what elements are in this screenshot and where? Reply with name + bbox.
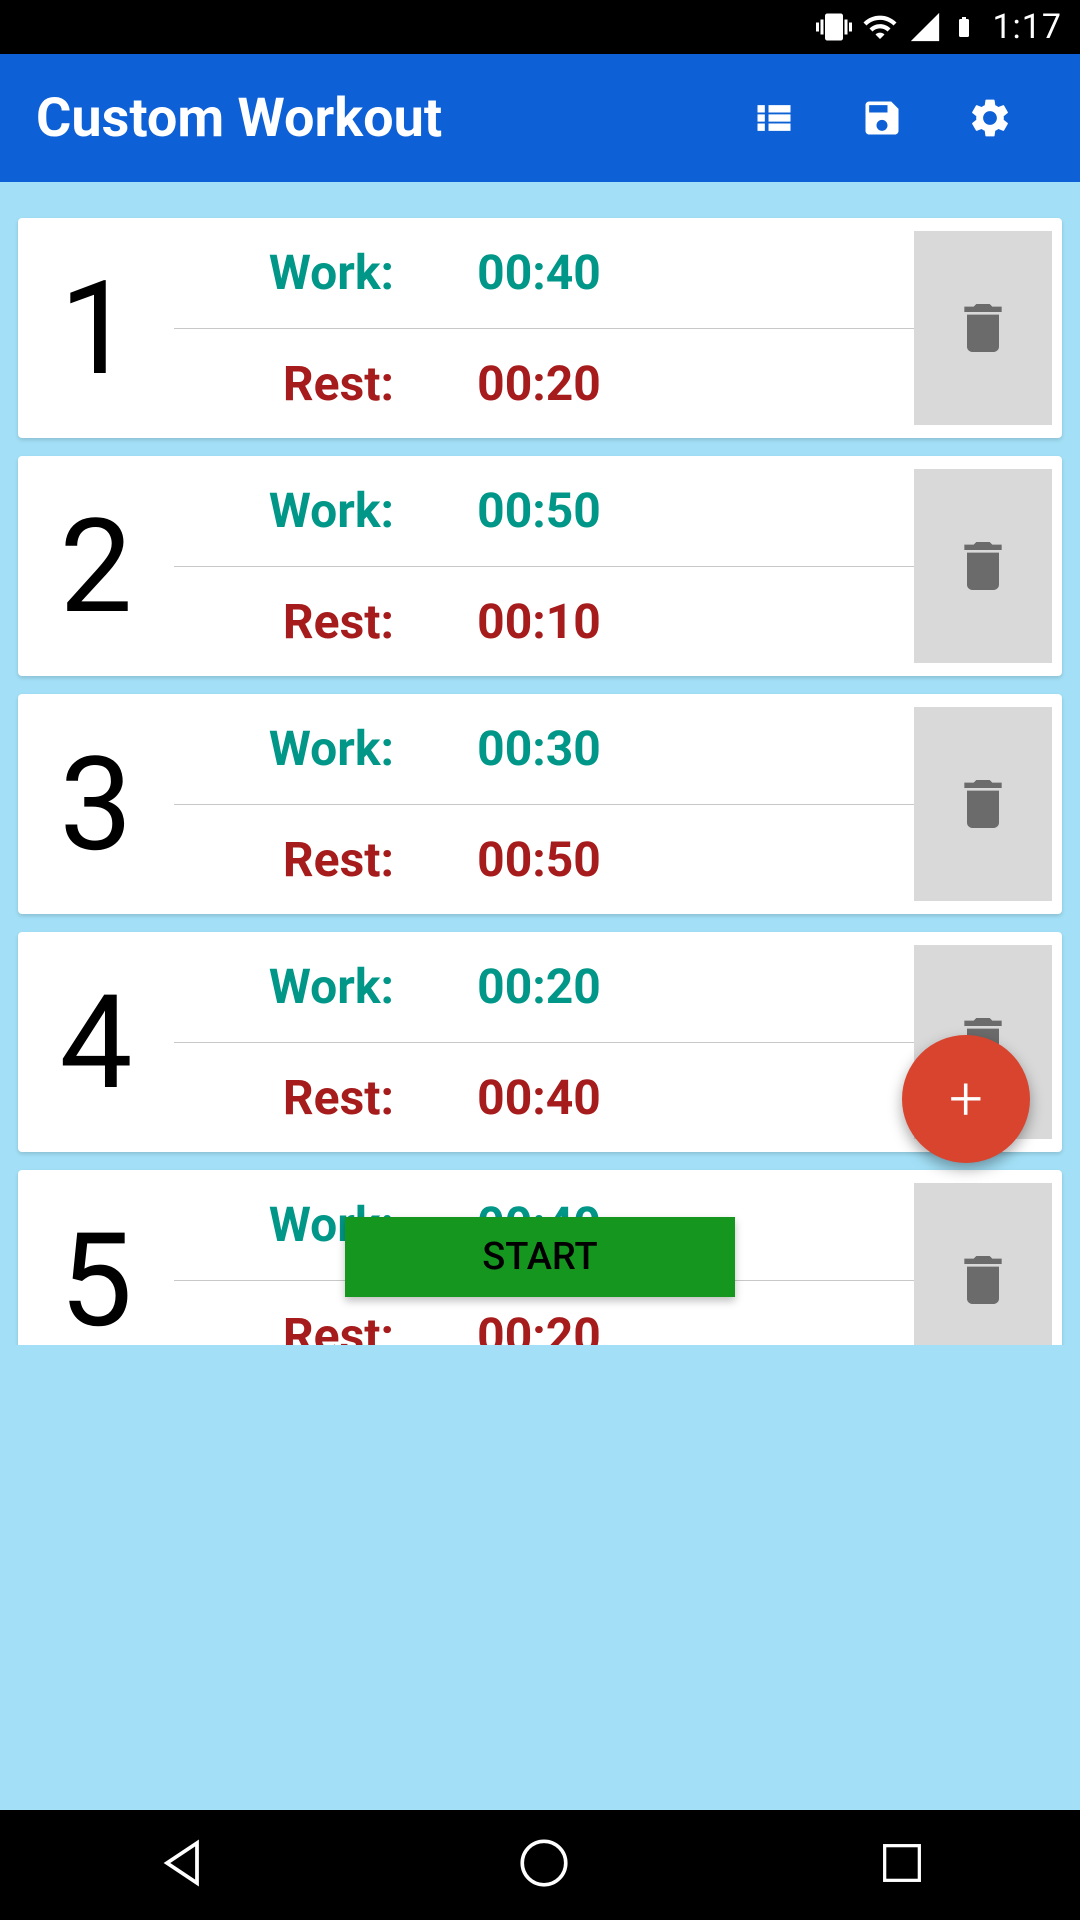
trash-icon [951,1248,1015,1312]
interval-number: 5 [18,1170,174,1345]
app-bar: Custom Workout [0,54,1080,182]
rest-label: Rest: [174,593,394,650]
delete-button[interactable] [914,1183,1052,1345]
wifi-icon [862,9,898,45]
home-button[interactable] [515,1834,573,1896]
work-label: Work: [174,244,394,301]
work-value[interactable]: 00:20 [424,958,654,1015]
vibrate-icon [816,9,852,45]
signal-icon [908,10,942,44]
rest-label: Rest: [174,1069,394,1126]
work-label: Work: [174,720,394,777]
gear-icon [967,95,1013,141]
start-label: START [482,1235,597,1279]
page-title: Custom Workout [36,87,720,150]
recent-button[interactable] [876,1837,928,1893]
interval-card[interactable]: 3 Work: 00:30 Rest: 00:50 [18,694,1062,914]
status-bar: 1:17 [0,0,1080,54]
home-icon [515,1834,573,1892]
save-button[interactable] [828,64,936,172]
rest-value[interactable]: 00:10 [424,593,654,650]
save-icon [860,96,904,140]
trash-icon [951,772,1015,836]
interval-card[interactable]: 2 Work: 00:50 Rest: 00:10 [18,456,1062,676]
add-interval-button[interactable]: + [902,1035,1030,1163]
back-button[interactable] [152,1833,212,1897]
rest-label: Rest: [174,831,394,888]
nav-bar [0,1810,1080,1920]
plus-icon: + [949,1069,983,1129]
rest-value[interactable]: 00:20 [424,355,654,412]
start-button[interactable]: START [345,1217,735,1297]
trash-icon [951,296,1015,360]
interval-number: 1 [18,218,174,438]
rest-value[interactable]: 00:50 [424,831,654,888]
work-value[interactable]: 00:50 [424,482,654,539]
interval-times: Work: 00:30 Rest: 00:50 [174,694,914,914]
filler [0,1345,1080,1810]
rest-value[interactable]: 00:20 [424,1307,654,1345]
delete-button[interactable] [914,707,1052,901]
interval-number: 2 [18,456,174,676]
list-icon [752,96,796,140]
interval-times: Work: 00:50 Rest: 00:10 [174,456,914,676]
interval-times: Work: 00:20 Rest: 00:40 [174,932,914,1152]
interval-number: 4 [18,932,174,1152]
delete-button[interactable] [914,469,1052,663]
interval-card[interactable]: 1 Work: 00:40 Rest: 00:20 [18,218,1062,438]
work-value[interactable]: 00:40 [424,244,654,301]
list-button[interactable] [720,64,828,172]
interval-number: 3 [18,694,174,914]
back-icon [152,1833,212,1893]
work-label: Work: [174,958,394,1015]
rest-label: Rest: [174,1307,394,1345]
settings-button[interactable] [936,64,1044,172]
rest-label: Rest: [174,355,394,412]
battery-icon [952,9,976,45]
work-value[interactable]: 00:30 [424,720,654,777]
delete-button[interactable] [914,231,1052,425]
interval-list: 1 Work: 00:40 Rest: 00:20 2 Work: 00:50 [0,182,1080,1345]
recent-icon [876,1837,928,1889]
trash-icon [951,534,1015,598]
status-clock: 1:17 [992,7,1062,47]
interval-times: Work: 00:40 Rest: 00:20 [174,218,914,438]
rest-value[interactable]: 00:40 [424,1069,654,1126]
work-label: Work: [174,482,394,539]
